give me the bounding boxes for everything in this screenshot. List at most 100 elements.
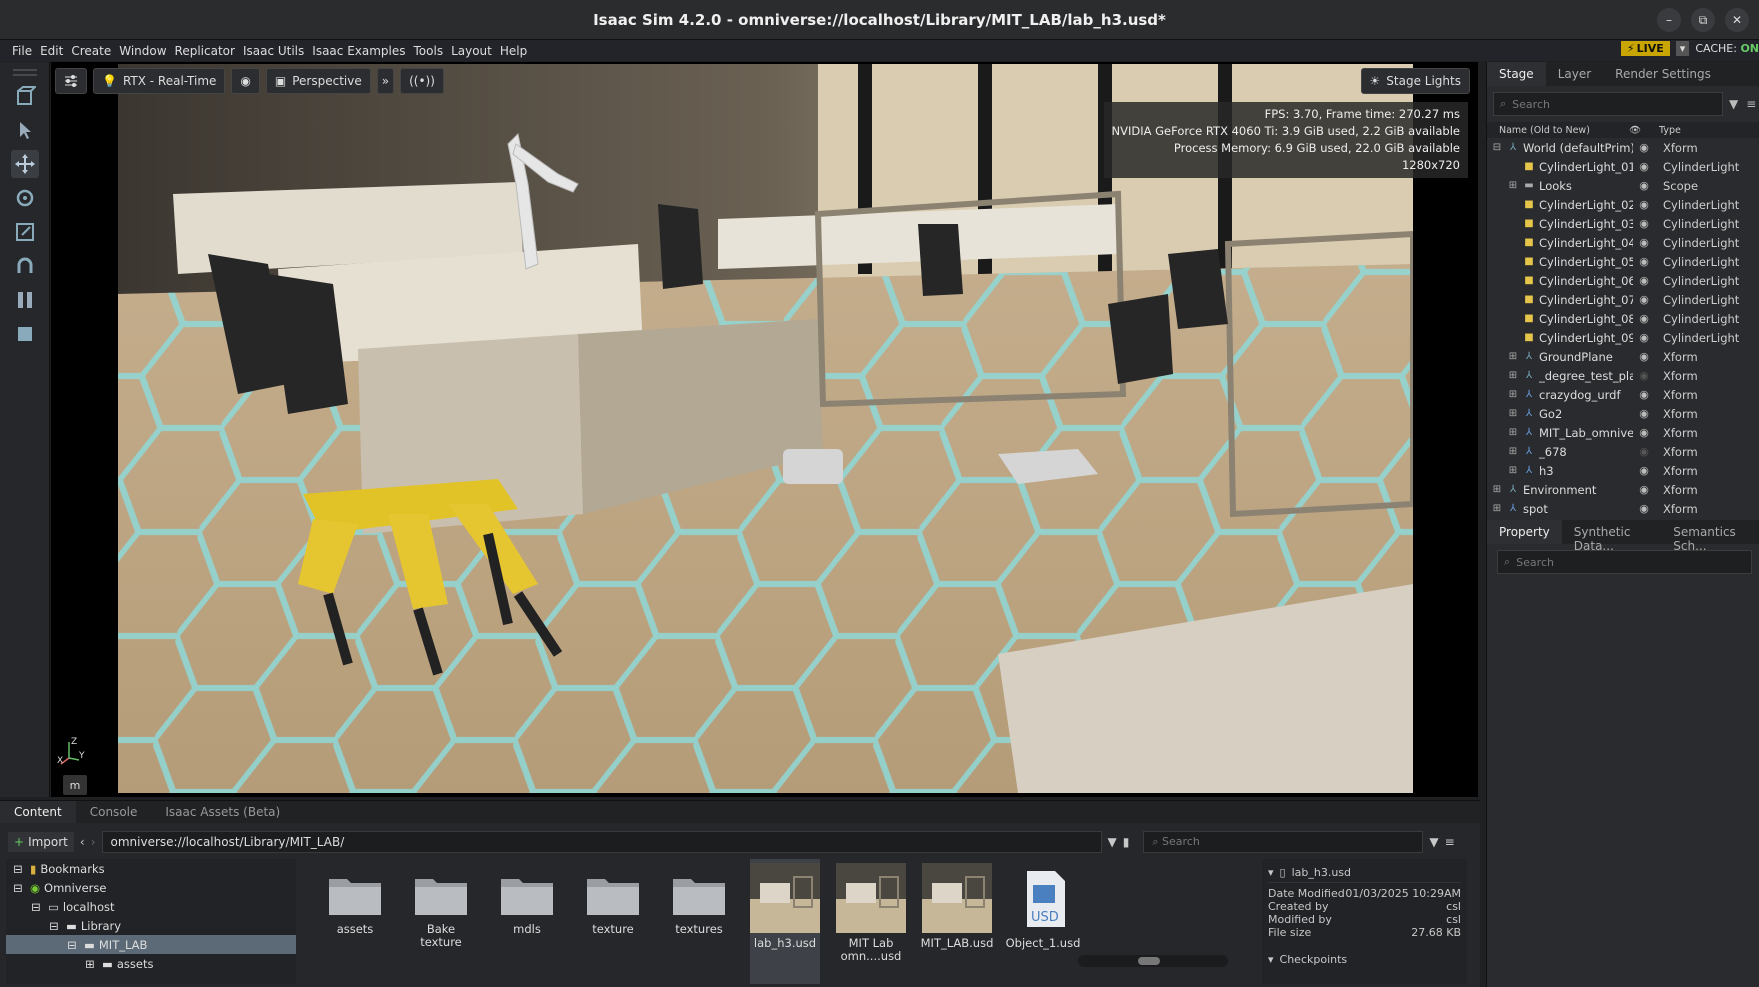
stage-tree-row[interactable]: ⊞ ⅄ spot ◉ Xform — [1487, 499, 1759, 518]
path-dropdown-icon[interactable]: ▼ — [1108, 835, 1117, 849]
eye-icon[interactable]: ◉ — [1633, 483, 1655, 496]
stage-tree-row[interactable]: ■ CylinderLight_01 ◉ CylinderLight — [1487, 157, 1759, 176]
expand-icon[interactable]: ⊞ — [1491, 503, 1503, 514]
menu-isaac-examples[interactable]: Isaac Examples — [308, 44, 409, 58]
restore-button[interactable]: ⧉ — [1691, 8, 1715, 32]
stage-tree-row[interactable]: ⊞ ⅄ _678 ◉ Xform — [1487, 442, 1759, 461]
menu-edit[interactable]: Edit — [36, 44, 67, 58]
tab-layer[interactable]: Layer — [1546, 62, 1603, 86]
eye-icon[interactable]: ◉ — [1633, 331, 1655, 344]
chevron-right-icon[interactable]: » — [376, 68, 395, 94]
stage-tree-row[interactable]: ⊞ ⅄ Go2 ◉ Xform — [1487, 404, 1759, 423]
live-button[interactable]: ⚡ LIVE — [1620, 41, 1670, 56]
stage-tree-row[interactable]: ■ CylinderLight_03 ◉ CylinderLight — [1487, 214, 1759, 233]
expand-icon[interactable]: ⊞ — [1507, 370, 1519, 381]
eye-icon[interactable]: ◉ — [1633, 464, 1655, 477]
tree-item-library[interactable]: ⊟ ▬ Library — [6, 916, 296, 935]
content-search-input[interactable]: ⌕ Search — [1143, 831, 1424, 853]
eye-icon[interactable]: ◉ — [1633, 198, 1655, 211]
stage-tree-row[interactable]: ⊞ ⅄ Environment ◉ Xform — [1487, 480, 1759, 499]
menu-window[interactable]: Window — [115, 44, 170, 58]
eye-icon[interactable]: ◉ — [1633, 179, 1655, 192]
stage-search-input[interactable]: ⌕ Search — [1493, 92, 1723, 116]
live-dropdown-icon[interactable]: ▾ — [1675, 41, 1690, 56]
scale-icon[interactable] — [11, 218, 39, 246]
file-item[interactable]: Bake texture — [406, 859, 476, 984]
cube-select-icon[interactable] — [11, 82, 39, 110]
tree-item-omniverse[interactable]: ⊟ ◉ Omniverse — [6, 878, 296, 897]
units-button[interactable]: m — [63, 775, 87, 795]
eye-icon[interactable]: ◉ — [1633, 160, 1655, 173]
expand-icon[interactable]: ⊞ — [78, 957, 102, 971]
expand-icon[interactable]: ⊞ — [1491, 484, 1503, 495]
collapse-icon[interactable]: ⊟ — [6, 881, 30, 895]
file-item[interactable]: assets — [320, 859, 390, 984]
file-item[interactable]: USD Object_1.usd — [1006, 859, 1080, 984]
stage-tree-row[interactable]: ⊞ ▬ Looks ◉ Scope — [1487, 176, 1759, 195]
stage-tree-row[interactable]: ⊞ ⅄ crazydog_urdf ◉ Xform — [1487, 385, 1759, 404]
checkpoints-section[interactable]: ▾ Checkpoints — [1268, 953, 1461, 966]
file-item[interactable]: lab_h3.usd — [750, 859, 820, 984]
pause-icon[interactable] — [11, 286, 39, 314]
viewport-settings-button[interactable] — [55, 68, 87, 94]
expand-icon[interactable]: ⊞ — [1507, 465, 1519, 476]
expand-icon[interactable]: ⊞ — [1507, 351, 1519, 362]
eye-icon[interactable]: ◉ — [1633, 426, 1655, 439]
grid-size-slider[interactable] — [1078, 955, 1228, 967]
stage-tree-row[interactable]: ■ CylinderLight_08 ◉ CylinderLight — [1487, 309, 1759, 328]
stage-tree-row[interactable]: ⊞ ⅄ h3 ◉ Xform — [1487, 461, 1759, 480]
eye-icon[interactable]: ◉ — [1633, 445, 1655, 458]
expand-icon[interactable]: ⊞ — [1507, 389, 1519, 400]
menu-help[interactable]: Help — [496, 44, 531, 58]
property-search-input[interactable]: ⌕ Search — [1497, 550, 1752, 574]
col-type-header[interactable]: Type — [1659, 125, 1681, 136]
snap-magnet-icon[interactable] — [11, 252, 39, 280]
stage-tree-row[interactable]: ■ CylinderLight_02 ◉ CylinderLight — [1487, 195, 1759, 214]
viewport[interactable]: 💡 RTX - Real-Time ◉ ▣ Perspective » ((•)… — [51, 62, 1478, 797]
move-icon[interactable] — [11, 150, 39, 178]
forward-arrow-icon[interactable]: › — [91, 835, 96, 849]
eye-icon[interactable]: ◉ — [1633, 388, 1655, 401]
tree-item-mit-lab[interactable]: ⊟ ▬ MIT_LAB — [6, 935, 296, 954]
tab-semantics-schema[interactable]: Semantics Sch... — [1661, 520, 1759, 553]
tree-item-localhost[interactable]: ⊟ ▭ localhost — [6, 897, 296, 916]
tab-property[interactable]: Property — [1487, 520, 1562, 544]
expand-icon[interactable]: ⊞ — [1507, 180, 1519, 191]
eye-icon[interactable]: ◉ — [1633, 312, 1655, 325]
collapse-icon[interactable]: ⊟ — [42, 919, 66, 933]
eye-icon[interactable]: ◉ — [1633, 350, 1655, 363]
tab-render-settings[interactable]: Render Settings — [1603, 62, 1723, 86]
stage-tree-row[interactable]: ⊟ ⅄ World (defaultPrim) ◉ Xform — [1487, 138, 1759, 157]
file-item[interactable]: texture — [578, 859, 648, 984]
filter-icon[interactable]: ▼ — [1729, 97, 1738, 111]
stage-tree-row[interactable]: ■ CylinderLight_04 ◉ CylinderLight — [1487, 233, 1759, 252]
menu-file[interactable]: File — [0, 44, 36, 58]
minimize-button[interactable]: – — [1657, 8, 1681, 32]
stage-lights-button[interactable]: ☀ Stage Lights — [1360, 68, 1470, 94]
import-button[interactable]: + Import — [8, 832, 74, 852]
close-button[interactable]: ✕ — [1725, 8, 1749, 32]
stage-tree-row[interactable]: ■ CylinderLight_05 ◉ CylinderLight — [1487, 252, 1759, 271]
broadcast-button[interactable]: ((•)) — [400, 68, 444, 94]
menu-icon[interactable]: ≡ — [1445, 835, 1455, 849]
menu-layout[interactable]: Layout — [447, 44, 496, 58]
expand-icon[interactable]: ⊞ — [1507, 446, 1519, 457]
menu-create[interactable]: Create — [67, 44, 115, 58]
col-name-header[interactable]: Name (Old to New) — [1487, 125, 1629, 136]
expand-icon[interactable]: ⊞ — [1507, 427, 1519, 438]
stop-icon[interactable] — [11, 320, 39, 348]
tab-stage[interactable]: Stage — [1487, 62, 1546, 86]
tab-synthetic-data[interactable]: Synthetic Data... — [1562, 520, 1661, 553]
stage-tree-row[interactable]: ■ CylinderLight_09 ◉ CylinderLight — [1487, 328, 1759, 347]
expand-icon[interactable]: ⊞ — [1507, 408, 1519, 419]
collapse-icon[interactable]: ⊟ — [1491, 142, 1503, 153]
tab-content[interactable]: Content — [0, 801, 76, 823]
tab-console[interactable]: Console — [76, 801, 152, 823]
slider-thumb[interactable] — [1138, 957, 1160, 965]
collapse-icon[interactable]: ⊟ — [24, 900, 48, 914]
eye-icon[interactable]: ◉ — [1633, 274, 1655, 287]
file-item[interactable]: MIT Lab omn....usd — [836, 859, 906, 984]
collapse-icon[interactable]: ⊟ — [60, 938, 84, 952]
file-item[interactable]: textures — [664, 859, 734, 984]
eye-icon[interactable]: ◉ — [1633, 369, 1655, 382]
